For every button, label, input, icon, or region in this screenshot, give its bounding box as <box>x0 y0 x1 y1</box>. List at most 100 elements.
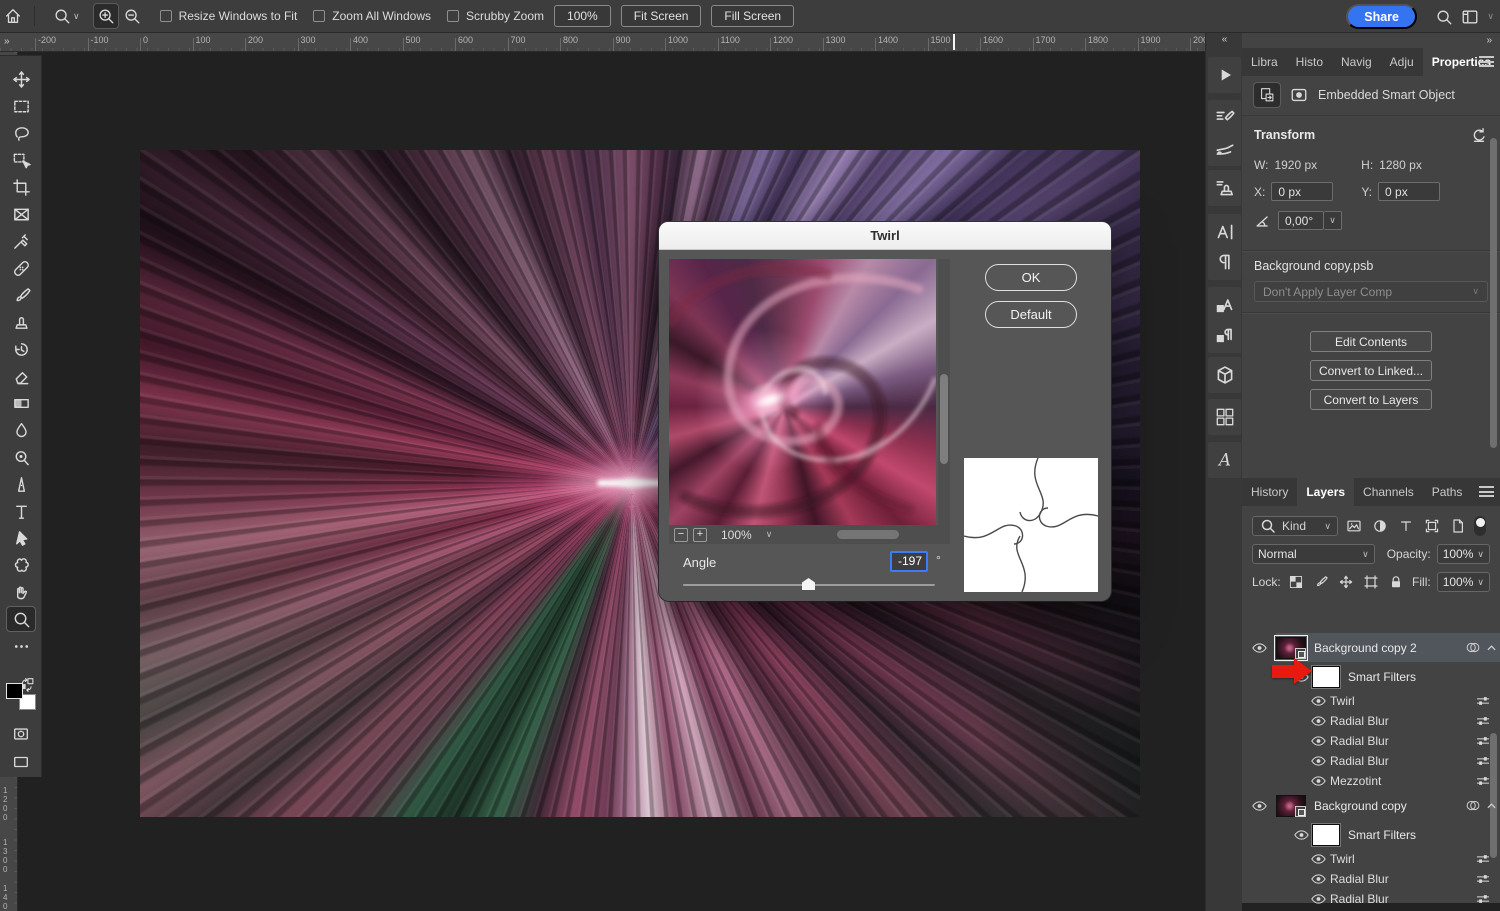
color-swatches[interactable] <box>6 680 36 710</box>
zoom-tool[interactable] <box>7 607 35 631</box>
path-selection-tool[interactable] <box>7 526 35 550</box>
lock-pixels-icon[interactable] <box>1312 572 1331 592</box>
convert-to-linked-button[interactable]: Convert to Linked... <box>1310 360 1432 381</box>
ok-button[interactable]: OK <box>985 264 1077 291</box>
tab-libra[interactable]: Libra <box>1242 48 1287 76</box>
filter-blend-options-icon[interactable] <box>1476 775 1490 787</box>
resize-windows-checkbox[interactable]: Resize Windows to Fit <box>160 9 298 23</box>
filter-name[interactable]: Radial Blur <box>1330 714 1389 728</box>
quick-mask-button[interactable] <box>9 724 33 744</box>
layer-comp-dropdown[interactable]: Don't Apply Layer Comp ∨ <box>1254 281 1488 302</box>
default-button[interactable]: Default <box>985 301 1077 328</box>
blur-tool[interactable] <box>7 418 35 442</box>
filter-name[interactable]: Mezzotint <box>1330 774 1381 788</box>
chevron-down-icon[interactable]: ∨ <box>1487 11 1494 22</box>
filter-visibility-eye[interactable] <box>1308 716 1328 726</box>
object-selection-tool[interactable] <box>7 148 35 172</box>
filter-shape-layers-icon[interactable] <box>1422 516 1442 536</box>
reset-transform-icon[interactable] <box>1470 126 1488 144</box>
clone-stamp-tool[interactable] <box>7 310 35 334</box>
hand-tool[interactable] <box>7 580 35 604</box>
angle-slider[interactable] <box>683 584 935 586</box>
zoom-in-button[interactable] <box>94 4 118 28</box>
screen-mode-button[interactable] <box>9 752 33 772</box>
layer-row[interactable]: Background copy <box>1242 791 1500 820</box>
blend-mode-dropdown[interactable]: Normal ∨ <box>1252 544 1375 564</box>
brush-tool[interactable] <box>7 283 35 307</box>
smart-filter-row[interactable]: Mezzotint <box>1242 771 1500 791</box>
filter-blend-options-icon[interactable] <box>1476 873 1490 885</box>
checkbox-icon[interactable] <box>447 10 459 22</box>
filter-blend-options-icon[interactable] <box>1476 755 1490 767</box>
filter-blend-options-icon[interactable] <box>1476 853 1490 865</box>
edit-contents-button[interactable]: Edit Contents <box>1310 331 1432 352</box>
filter-visibility-eye[interactable] <box>1308 894 1328 904</box>
panel-menu-icon[interactable] <box>1479 56 1494 67</box>
zoom-100-button[interactable]: 100% <box>554 5 611 27</box>
filter-visibility-eye[interactable] <box>1308 874 1328 884</box>
layer-thumbnail[interactable] <box>1276 795 1306 817</box>
filter-visibility-eye[interactable] <box>1308 854 1328 864</box>
filter-name[interactable]: Radial Blur <box>1330 872 1389 886</box>
chevron-down-icon[interactable]: ∨ <box>766 529 773 540</box>
filter-preview[interactable] <box>669 259 936 525</box>
filter-visibility-eye[interactable] <box>1308 776 1328 786</box>
eraser-tool[interactable] <box>7 364 35 388</box>
layer-name[interactable]: Background copy 2 <box>1314 641 1417 655</box>
filter-blend-options-icon[interactable] <box>1476 695 1490 707</box>
custom-shape-tool[interactable] <box>7 553 35 577</box>
smart-filter-row[interactable]: Radial Blur <box>1242 711 1500 731</box>
layer-visibility-eye[interactable] <box>1242 643 1276 653</box>
slice-tool[interactable] <box>7 202 35 226</box>
pen-tool[interactable] <box>7 472 35 496</box>
panel-clone-source[interactable] <box>1208 170 1241 206</box>
filter-name[interactable]: Twirl <box>1330 852 1355 866</box>
checkbox-icon[interactable] <box>313 10 325 22</box>
dodge-tool[interactable] <box>7 445 35 469</box>
smart-filter-row[interactable]: Twirl <box>1242 691 1500 711</box>
filter-name[interactable]: Radial Blur <box>1330 892 1389 906</box>
zoom-out-button[interactable] <box>120 4 144 28</box>
layer-name[interactable]: Background copy <box>1314 799 1407 813</box>
collapse-filters-chevron[interactable] <box>1487 645 1496 651</box>
history-brush-tool[interactable] <box>7 337 35 361</box>
zoom-tool-icon[interactable] <box>53 7 71 25</box>
layers-scrollbar[interactable] <box>1490 733 1497 858</box>
angle-slider-thumb[interactable] <box>802 578 815 590</box>
filter-adjustment-layers-icon[interactable] <box>1370 516 1390 536</box>
rotation-dropdown[interactable]: ∨ <box>1324 211 1342 230</box>
filter-mask-thumbnail[interactable] <box>1312 666 1340 688</box>
expand-panels-chevron[interactable]: » <box>1486 35 1492 46</box>
checkbox-icon[interactable] <box>160 10 172 22</box>
share-button[interactable]: Share <box>1346 4 1417 29</box>
panel-menu-icon[interactable] <box>1479 486 1494 497</box>
smart-object-badge-button[interactable] <box>1254 83 1280 107</box>
smart-filter-row[interactable]: Radial Blur <box>1242 869 1500 889</box>
filter-visibility-eye[interactable] <box>1308 736 1328 746</box>
collapse-panels-chevron[interactable]: « <box>1206 34 1243 45</box>
horizontal-ruler[interactable]: -200-10001002003004005006007008009001000… <box>0 33 1205 52</box>
toolbar-collapse-chevron[interactable]: » <box>4 36 10 47</box>
layer-thumbnail[interactable] <box>1276 637 1306 659</box>
smart-filter-row[interactable]: Radial Blur <box>1242 889 1500 909</box>
healing-brush-tool[interactable] <box>7 256 35 280</box>
filter-blend-options-icon[interactable] <box>1476 735 1490 747</box>
gradient-tool[interactable] <box>7 391 35 415</box>
smart-filters-row[interactable]: Smart Filters <box>1242 820 1500 849</box>
filter-type-layers-icon[interactable] <box>1396 516 1416 536</box>
convert-to-layers-button[interactable]: Convert to Layers <box>1310 389 1432 410</box>
mask-properties-button[interactable] <box>1286 83 1312 107</box>
smart-filters-eye[interactable] <box>1290 830 1312 840</box>
filter-name[interactable]: Twirl <box>1330 694 1355 708</box>
zoom-in-button[interactable]: + <box>693 528 707 542</box>
tab-adju[interactable]: Adju <box>1381 48 1423 76</box>
panel-actions-play[interactable] <box>1208 57 1241 93</box>
collapse-filters-chevron[interactable] <box>1487 803 1496 809</box>
ellipsis-tool[interactable] <box>7 634 35 658</box>
rotation-input[interactable]: 0,00° <box>1278 211 1324 230</box>
zoom-out-button[interactable]: − <box>674 528 688 542</box>
panel-brushes[interactable] <box>1208 130 1241 166</box>
preview-vertical-scrollbar[interactable] <box>938 259 950 525</box>
rectangular-marquee-tool[interactable] <box>7 94 35 118</box>
foreground-color-swatch[interactable] <box>6 683 23 699</box>
